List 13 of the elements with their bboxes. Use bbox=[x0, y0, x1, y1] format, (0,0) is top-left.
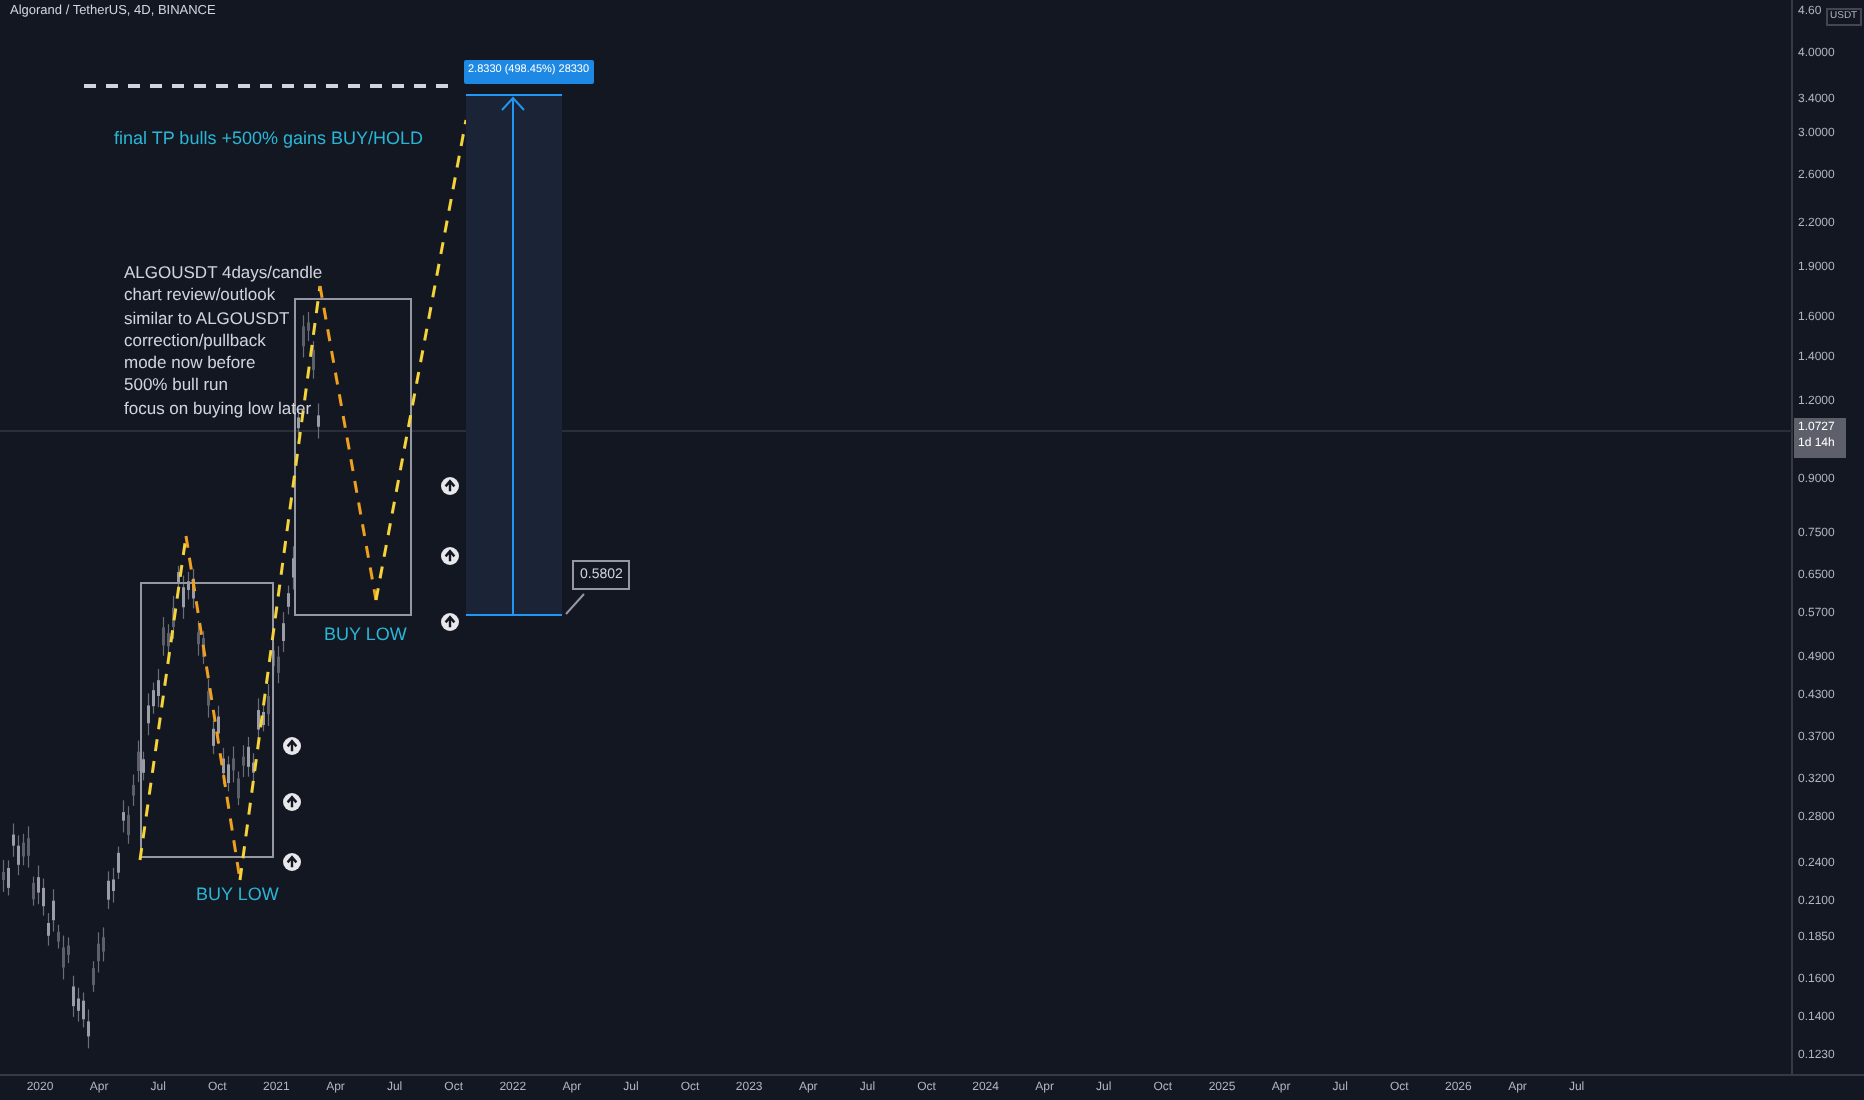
measure-drawing[interactable] bbox=[465, 94, 563, 616]
arrow-up-icon[interactable] bbox=[441, 613, 459, 631]
annotation-text: final TP bulls +500% gains BUY/HOLD bbox=[114, 130, 423, 148]
zone-label: BUY LOW bbox=[324, 626, 407, 644]
zone-label: BUY LOW bbox=[196, 886, 279, 904]
leader-line bbox=[565, 593, 585, 615]
arrow-up-icon[interactable] bbox=[441, 547, 459, 565]
arrow-up-icon[interactable] bbox=[441, 477, 459, 495]
arrow-up-icon[interactable] bbox=[283, 853, 301, 871]
projection-line[interactable] bbox=[318, 285, 378, 601]
arrow-up-icon[interactable] bbox=[283, 737, 301, 755]
zone-rectangle[interactable] bbox=[140, 582, 274, 858]
arrow-up-icon[interactable] bbox=[283, 793, 301, 811]
